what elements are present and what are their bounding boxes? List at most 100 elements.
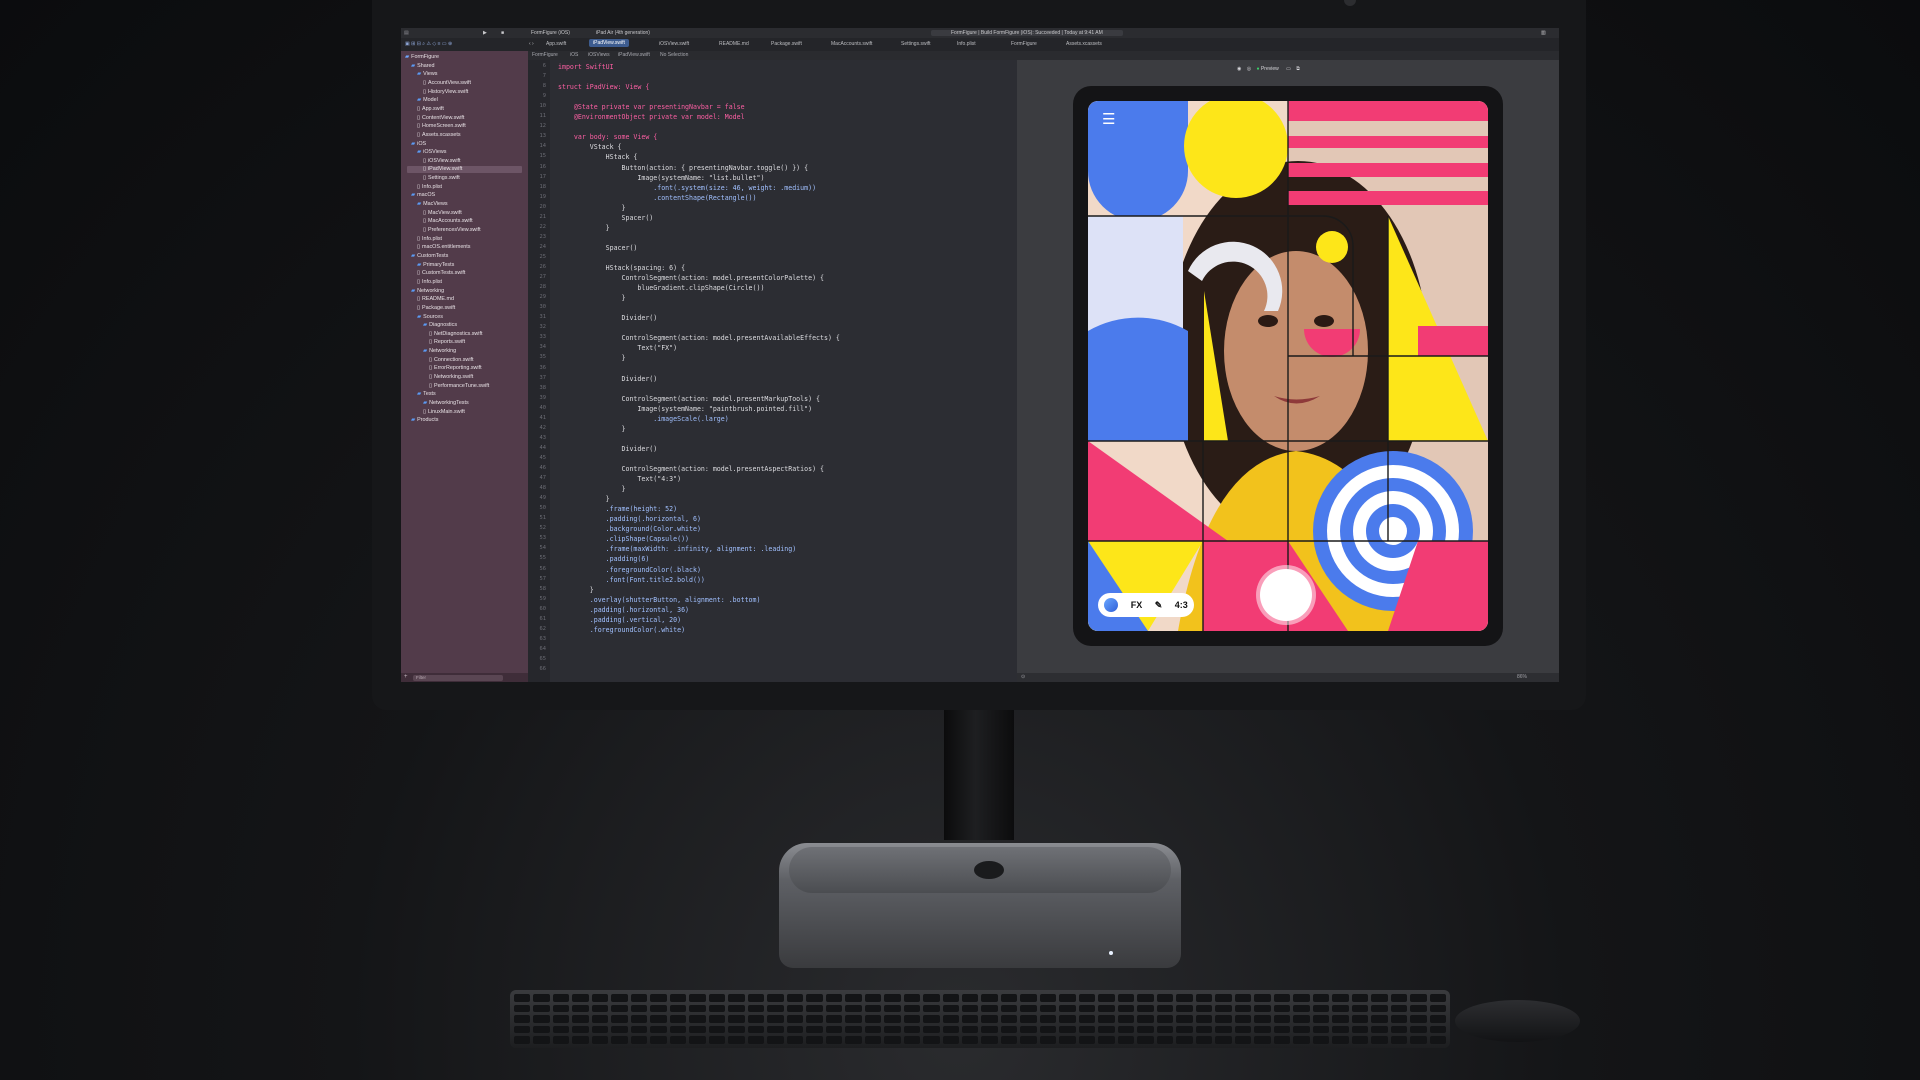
tab-formfigure[interactable]: FormFigure — [1011, 41, 1037, 47]
sidebar-item[interactable]: ▰ PrimaryTests — [417, 262, 454, 268]
sidebar-item[interactable]: ▰ Networking — [411, 288, 444, 294]
sidebar-item[interactable]: ▯ iOSView.swift — [423, 158, 461, 164]
tab-app[interactable]: App.swift — [546, 41, 566, 47]
aspect-ratio-button[interactable]: 4:3 — [1175, 600, 1188, 610]
sidebar-item[interactable]: ▯ macOS.entitlements — [417, 244, 471, 250]
sidebar-item[interactable]: ▯ Reports.swift — [429, 339, 465, 345]
back-icon[interactable]: ‹ › — [529, 41, 534, 47]
sidebar-item[interactable]: ▯ Info.plist — [417, 236, 442, 242]
tab-ipadview[interactable]: iPadView.swift — [589, 39, 629, 47]
key — [728, 1036, 745, 1044]
sidebar-item[interactable]: ▰ Sources — [417, 314, 443, 320]
code-line: .clipShape(Capsule()) — [558, 535, 690, 544]
tab-package[interactable]: Package.swift — [771, 41, 802, 47]
sidebar-item[interactable]: ▰ Products — [411, 417, 438, 423]
code-line: Button(action: { presentingNavbar.toggle… — [558, 163, 809, 172]
sidebar-item[interactable]: ▰ NetworkingTests — [423, 400, 469, 406]
breadcrumb-item[interactable]: iOS — [570, 52, 578, 58]
folder-icon: ▰ — [411, 192, 416, 199]
sidebar-item[interactable]: ▯ LinuxMain.swift — [423, 409, 465, 415]
sidebar-item[interactable]: ▰ iOS — [411, 141, 426, 147]
sidebar-item[interactable]: ▯ HomeScreen.swift — [417, 123, 466, 129]
sidebar-item[interactable]: ▯ iPadView.swift — [423, 166, 462, 172]
menu-button[interactable]: ☰ — [1102, 112, 1120, 127]
sidebar-item[interactable]: ▰ Shared — [411, 63, 435, 69]
sidebar-item[interactable]: ▯ CustomTests.swift — [417, 270, 465, 276]
breadcrumb-item[interactable]: iPadView.swift — [618, 52, 650, 58]
sidebar-item[interactable]: ▰ Diagnostics — [423, 322, 457, 328]
device-selector[interactable]: iPad Air (4th generation) — [596, 30, 650, 36]
sidebar-item[interactable]: ▰ Networking — [423, 348, 456, 354]
device-icon[interactable]: ▭ — [1286, 66, 1291, 72]
sidebar-item[interactable]: ▯ Info.plist — [417, 279, 442, 285]
color-palette-button[interactable] — [1104, 598, 1119, 612]
canvas-pin-icon[interactable]: ⊙ — [1021, 674, 1025, 680]
sidebar-item[interactable]: ▯ MacAccounts.swift — [423, 218, 473, 224]
add-icon[interactable]: + — [404, 674, 408, 680]
sidebar-item[interactable]: ▰ CustomTests — [411, 253, 448, 259]
shutter-button[interactable] — [1260, 569, 1312, 621]
fx-button[interactable]: FX — [1131, 600, 1143, 610]
breadcrumb-item[interactable]: iOSViews — [588, 52, 610, 58]
zoom-level[interactable]: 86% — [1517, 674, 1527, 680]
sidebar-item[interactable]: ▯ App.swift — [417, 106, 444, 112]
navigator-icons[interactable]: ▣ ⊞ ⊟ ⌕ ⚠ ◇ ≡ ▭ ⊕ — [405, 41, 452, 47]
sidebar-item[interactable]: ▯ PreferencesView.swift — [423, 227, 481, 233]
pin-icon[interactable]: ◉ — [1237, 66, 1241, 72]
control-capsule: FX ✎ 4:3 — [1098, 593, 1194, 617]
sidebar-item[interactable]: ▰ MacViews — [417, 201, 448, 207]
sidebar-item[interactable]: ▰ Views — [417, 71, 437, 77]
source-editor[interactable]: 6 7 8 9 10 11 12 13 14 15 16 17 18 19 20 21 22 23 24 25 26 27… — [528, 60, 1017, 682]
tab-macaccounts[interactable]: MacAccounts.swift — [831, 41, 872, 47]
key — [611, 1036, 628, 1044]
tab-assets[interactable]: Assets.xcassets — [1066, 41, 1102, 47]
line-number: 49 — [539, 495, 547, 502]
breadcrumb-item[interactable]: No Selection — [660, 52, 688, 58]
sidebar-item[interactable]: ▯ MacView.swift — [423, 210, 462, 216]
key — [1039, 1025, 1057, 1034]
inspect-icon[interactable]: ◎ — [1247, 66, 1251, 72]
key — [611, 1015, 628, 1023]
paintbrush-icon[interactable]: ✎ — [1155, 600, 1163, 611]
duplicate-icon[interactable]: ⧉ — [1296, 66, 1300, 72]
sidebar-item[interactable]: ▯ Info.plist — [417, 184, 442, 190]
stop-icon[interactable]: ■ — [501, 30, 504, 36]
key — [923, 1015, 940, 1023]
code-line: } — [558, 485, 626, 494]
tab-readme[interactable]: README.md — [719, 41, 749, 47]
sidebar-item[interactable]: ▯ ErrorReporting.swift — [429, 365, 482, 371]
sidebar-item[interactable]: ▯ Connection.swift — [429, 357, 474, 363]
filter-input[interactable]: Filter — [413, 674, 503, 681]
file-icon: ▯ — [423, 175, 426, 182]
sidebar-item[interactable]: ▯ PerformanceTune.swift — [429, 383, 489, 389]
breadcrumb-item[interactable]: FormFigure — [532, 52, 558, 58]
key — [1390, 994, 1408, 1002]
sidebar-item[interactable]: ▰ FormFigure — [405, 54, 439, 60]
scheme-selector[interactable]: FormFigure (iOS) — [531, 30, 570, 36]
preview-label[interactable]: Preview — [1261, 66, 1279, 72]
sidebar-item[interactable]: ▯ Package.swift — [417, 305, 455, 311]
sidebar-item-label: Info.plist — [421, 235, 443, 242]
sidebar-item[interactable]: ▰ macOS — [411, 192, 435, 198]
sidebar-item[interactable]: ▰ Tests — [417, 391, 436, 397]
sidebar-item[interactable]: ▯ Networking.swift — [429, 374, 473, 380]
sidebar-item[interactable]: ▯ HistoryView.swift — [423, 89, 468, 95]
run-icon[interactable]: ▶ — [483, 30, 487, 36]
sidebar-item[interactable]: ▯ AccountView.swift — [423, 80, 471, 86]
file-icon: ▯ — [423, 88, 426, 95]
inspector-toggle-icon[interactable]: ▥ — [1541, 30, 1546, 36]
sidebar-item[interactable]: ▯ ContentView.swift — [417, 115, 464, 121]
sidebar-item[interactable]: ▯ NetDiagnostics.swift — [429, 331, 483, 337]
file-icon: ▯ — [423, 166, 426, 173]
sidebar-item[interactable]: ▯ README.md — [417, 296, 454, 302]
sidebar-item[interactable]: ▰ iOSViews — [417, 149, 446, 155]
sidebar-item[interactable]: ▯ Assets.xcassets — [417, 132, 461, 138]
tab-settings[interactable]: Settings.swift — [901, 41, 930, 47]
key — [1351, 1036, 1369, 1044]
tab-iosview[interactable]: iOSView.swift — [659, 41, 689, 47]
tab-infoplist[interactable]: Info.plist — [957, 41, 976, 47]
sidebar-toggle-icon[interactable]: ▤ — [404, 30, 409, 36]
sidebar-item[interactable]: ▰ Model — [417, 97, 438, 103]
sidebar-item[interactable]: ▯ Settings.swift — [423, 175, 460, 181]
line-number: 26 — [539, 264, 547, 270]
